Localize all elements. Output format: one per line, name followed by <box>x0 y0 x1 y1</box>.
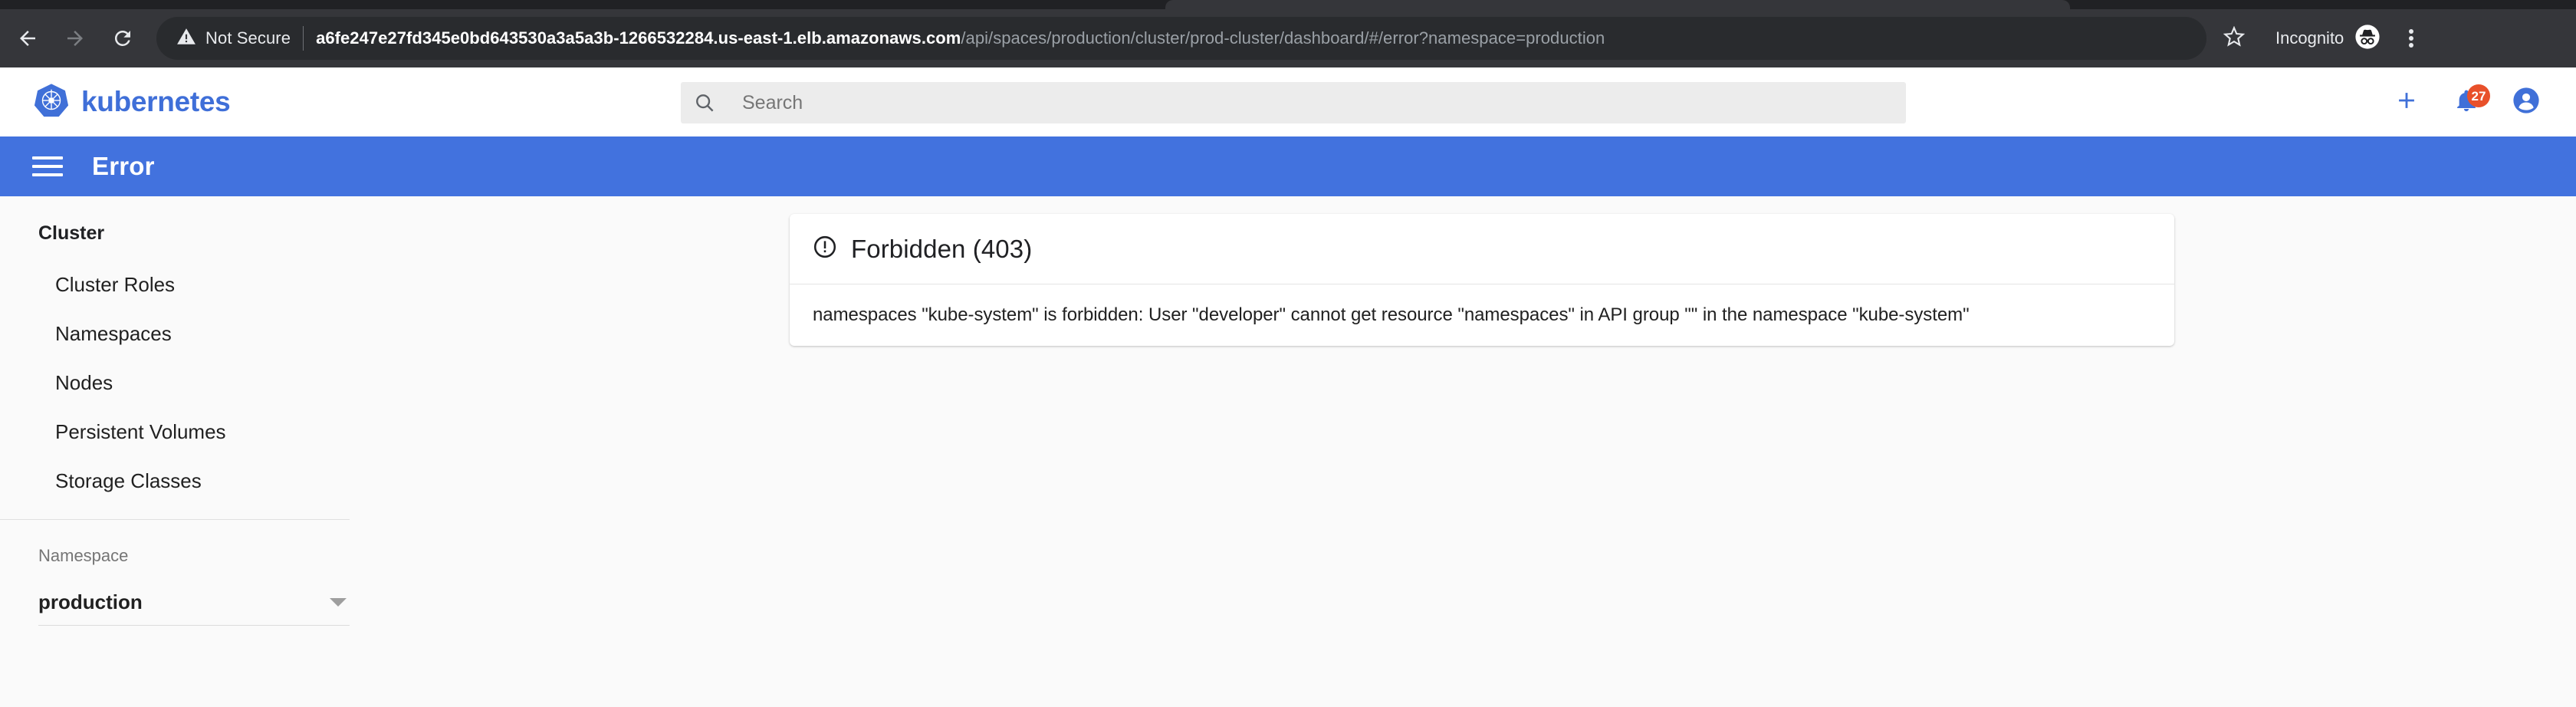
sidebar-item-label: Cluster Roles <box>55 272 176 296</box>
url-origin: a6fe247e27fd345e0bd643530a3a5a3b-1266532… <box>316 28 961 48</box>
security-label: Not Secure <box>205 28 291 48</box>
namespace-select[interactable]: production <box>38 590 350 626</box>
sidebar-item-persistent-volumes[interactable]: Persistent Volumes <box>0 407 373 456</box>
create-button[interactable] <box>2377 72 2436 132</box>
back-button[interactable] <box>8 18 48 58</box>
sidebar-nav-list: Cluster Roles Namespaces Nodes Persisten… <box>0 260 373 505</box>
back-arrow-icon <box>16 27 39 50</box>
sidebar-item-namespaces[interactable]: Namespaces <box>0 309 373 358</box>
search-bar[interactable] <box>681 82 1906 123</box>
brand-name: kubernetes <box>81 86 231 117</box>
hamburger-menu-icon[interactable] <box>32 151 63 182</box>
sidebar-item-nodes[interactable]: Nodes <box>0 358 373 407</box>
sidebar-item-label: Persistent Volumes <box>55 419 226 443</box>
warning-triangle-icon <box>176 27 196 51</box>
kubernetes-helm-logo <box>34 83 69 122</box>
brand[interactable]: kubernetes <box>34 83 231 122</box>
search-input[interactable] <box>728 91 1906 114</box>
error-card: Forbidden (403) namespaces "kube-system"… <box>790 214 2174 346</box>
sidebar-item-storage-classes[interactable]: Storage Classes <box>0 456 373 505</box>
app-header: kubernetes 27 <box>0 67 2576 136</box>
browser-menu-button[interactable] <box>2391 18 2431 58</box>
bookmark-button[interactable] <box>2216 20 2252 57</box>
sidebar-item-label: Namespaces <box>55 321 172 345</box>
profile-label: Incognito <box>2275 28 2344 48</box>
error-message: namespaces "kube-system" is forbidden: U… <box>813 304 1970 325</box>
security-status[interactable]: Not Secure <box>176 27 291 51</box>
sidebar-item-label: Storage Classes <box>55 469 202 492</box>
kebab-menu-icon <box>2409 27 2414 50</box>
omnibox-divider <box>303 26 304 51</box>
error-card-header: Forbidden (403) <box>790 214 2174 284</box>
chevron-down-icon <box>330 598 347 607</box>
plus-icon <box>2394 87 2420 117</box>
browser-chrome: Not Secure a6fe247e27fd345e0bd643530a3a5… <box>0 0 2576 67</box>
error-card-body: namespaces "kube-system" is forbidden: U… <box>790 284 2174 346</box>
sidebar: Cluster Cluster Roles Namespaces Nodes P… <box>0 196 373 707</box>
error-outline-icon <box>813 235 837 263</box>
forward-button[interactable] <box>55 18 95 58</box>
app-body: Cluster Cluster Roles Namespaces Nodes P… <box>0 196 2576 707</box>
namespace-label: Namespace <box>38 546 129 565</box>
browser-toolbar: Not Secure a6fe247e27fd345e0bd643530a3a5… <box>0 9 2576 67</box>
sidebar-item-cluster-roles[interactable]: Cluster Roles <box>0 260 373 309</box>
url-path: /api/spaces/production/cluster/prod-clus… <box>961 28 1605 48</box>
account-circle-icon <box>2512 86 2541 119</box>
reload-button[interactable] <box>103 18 143 58</box>
incognito-hat-icon <box>2354 24 2380 54</box>
reload-icon <box>111 27 134 50</box>
tab-strip <box>0 0 2576 9</box>
search-icon <box>681 91 728 114</box>
address-bar[interactable]: Not Secure a6fe247e27fd345e0bd643530a3a5… <box>156 17 2206 60</box>
sidebar-item-label: Nodes <box>55 370 113 394</box>
active-tab[interactable] <box>1165 0 2070 9</box>
profile-chip[interactable]: Incognito <box>2275 24 2380 54</box>
sidebar-section-cluster: Cluster <box>38 222 105 244</box>
page-toolbar: Error <box>0 136 2576 196</box>
header-actions: 27 <box>2377 67 2556 136</box>
namespace-selector-block: Namespace production <box>0 520 373 626</box>
url-text: a6fe247e27fd345e0bd643530a3a5a3b-1266532… <box>316 28 2193 48</box>
main-content: Forbidden (403) namespaces "kube-system"… <box>373 196 2576 707</box>
notification-badge: 27 <box>2467 84 2490 107</box>
account-button[interactable] <box>2496 72 2556 132</box>
star-icon <box>2223 25 2246 51</box>
forward-arrow-icon <box>64 27 87 50</box>
notifications-button[interactable]: 27 <box>2436 72 2496 132</box>
namespace-selected-value: production <box>38 590 143 613</box>
page-title: Error <box>92 152 155 180</box>
error-card-title: Forbidden (403) <box>851 234 1033 263</box>
